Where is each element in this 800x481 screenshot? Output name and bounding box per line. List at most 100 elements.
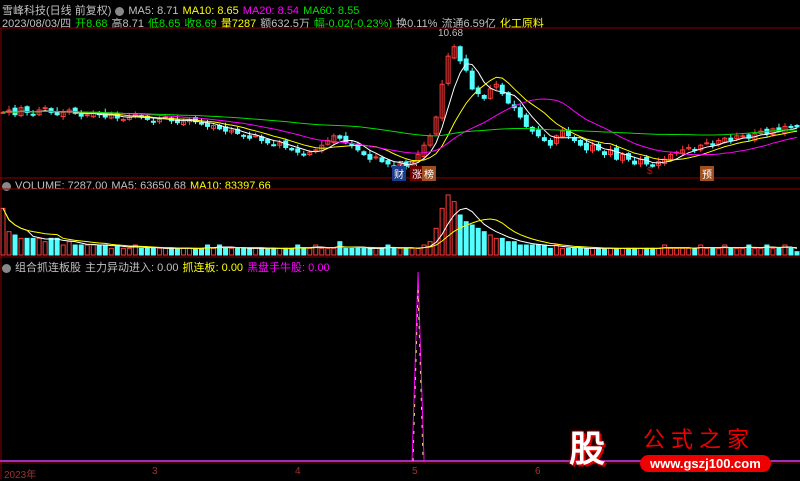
candle <box>583 142 589 151</box>
volume-bar <box>475 227 481 256</box>
volume-bar <box>505 241 511 256</box>
candle <box>535 129 541 137</box>
volume-bar <box>265 247 271 256</box>
volume-bar <box>415 247 421 256</box>
volume-bar <box>397 247 403 256</box>
volume-bar <box>138 247 144 256</box>
candle <box>481 95 487 99</box>
badge-forecast[interactable]: 预 <box>700 166 714 181</box>
candle <box>523 114 529 127</box>
candle <box>12 107 18 116</box>
volume-bar <box>656 247 662 256</box>
volume-bar <box>493 237 499 256</box>
candle <box>241 134 247 137</box>
vol-ma10-line <box>2 208 798 249</box>
volume-bar <box>602 247 608 256</box>
candle <box>740 135 746 138</box>
volume-bar <box>96 244 102 256</box>
volume-bar <box>259 247 265 256</box>
vol-ma5-line <box>2 207 798 249</box>
volume-bar <box>144 247 150 256</box>
volume-bar <box>126 247 132 256</box>
volume-bar <box>379 247 385 256</box>
volume-bar <box>788 247 794 256</box>
candle <box>547 140 553 146</box>
volume-bar <box>403 247 409 256</box>
logo-name: 公式之家 <box>643 428 756 453</box>
candle <box>794 125 800 128</box>
volume-bar <box>728 247 734 256</box>
candle <box>463 58 469 71</box>
volume-bar <box>78 244 84 256</box>
volume-bar <box>499 237 505 256</box>
volume-bar <box>277 247 283 256</box>
candle <box>78 113 84 117</box>
candle <box>295 148 301 153</box>
volume-bar <box>48 237 54 256</box>
volume-bar <box>120 247 126 256</box>
candle <box>253 135 259 138</box>
candle <box>367 154 373 160</box>
volume-bar <box>319 247 325 256</box>
volume-bar <box>30 237 36 256</box>
volume-bar <box>301 247 307 256</box>
volume-bar <box>463 221 469 256</box>
volume-bar <box>6 231 12 256</box>
candle <box>728 137 734 141</box>
candle <box>457 46 463 62</box>
volume-bar <box>367 247 373 256</box>
volume-bar <box>650 247 656 256</box>
volume-bar <box>620 247 626 256</box>
volume-bar <box>626 247 632 256</box>
volume-bar <box>102 244 108 256</box>
volume-bar <box>84 244 90 256</box>
candle <box>205 122 211 127</box>
volume-bar <box>271 247 277 256</box>
volume-bar <box>0 207 6 256</box>
candle <box>385 160 391 165</box>
volume-bar <box>451 201 457 256</box>
volume-bar <box>54 237 60 256</box>
volume-bar <box>229 247 235 256</box>
candle <box>361 151 367 156</box>
volume-bar <box>289 247 295 256</box>
candle <box>30 113 36 116</box>
volume-bar <box>583 247 589 256</box>
volume-bar <box>114 244 120 256</box>
volume-bar <box>24 237 30 256</box>
candle <box>150 120 156 123</box>
volume-bar <box>547 247 553 256</box>
volume-bar <box>716 247 722 256</box>
candle <box>614 147 620 160</box>
candle <box>710 143 716 146</box>
badge-rank[interactable]: 榜 <box>422 166 436 181</box>
volume-bar <box>608 247 614 256</box>
axis-m5: 5 <box>412 466 418 477</box>
max-price-label: 10.68 <box>438 28 464 39</box>
volume-bar <box>680 247 686 256</box>
candle <box>301 153 307 156</box>
volume-bar <box>457 214 463 256</box>
volume-bar <box>247 247 253 256</box>
volume-bar <box>632 247 638 256</box>
candle <box>265 139 271 144</box>
volume-bar <box>523 244 529 256</box>
volume-bar <box>307 247 313 256</box>
volume-bar <box>186 247 192 256</box>
volume-bar <box>223 247 229 256</box>
candle <box>289 147 295 151</box>
volume-bar <box>614 247 620 256</box>
candle <box>120 118 126 121</box>
volume-bar <box>644 247 650 256</box>
volume-bar <box>60 244 66 256</box>
volume-bar <box>674 247 680 256</box>
badge-dollar[interactable]: $ <box>645 166 655 177</box>
volume-bar <box>66 241 72 256</box>
candle <box>42 107 48 110</box>
volume-bar <box>589 247 595 256</box>
badge-finance[interactable]: 财 <box>392 166 406 181</box>
volume-bar <box>595 247 601 256</box>
kline-chart[interactable] <box>0 0 800 479</box>
volume-bar <box>108 247 114 256</box>
volume-bar <box>529 244 535 256</box>
